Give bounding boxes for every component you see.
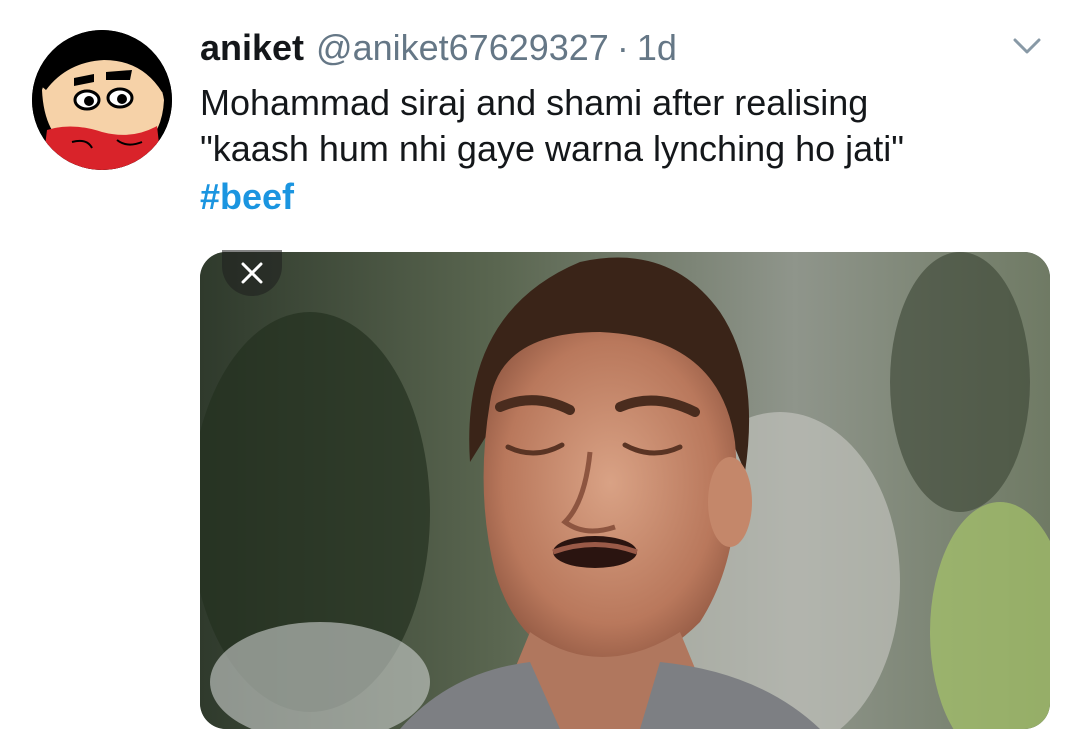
- photo-image: [200, 252, 1050, 729]
- tweet-header: aniket @aniket67629327 · 1d: [200, 22, 1030, 74]
- author-name[interactable]: aniket: [200, 22, 304, 74]
- tweet-text: Mohammad siraj and shami after realising…: [200, 82, 904, 169]
- separator-dot: ·: [616, 27, 629, 68]
- chevron-down-icon[interactable]: [1012, 36, 1042, 56]
- hashtag-link[interactable]: #beef: [200, 174, 294, 220]
- avatar[interactable]: [32, 30, 172, 170]
- cartoon-avatar-image: [32, 30, 172, 170]
- tweet-card: aniket @aniket67629327 · 1d Mohammad sir…: [0, 0, 1080, 738]
- author-handle[interactable]: @aniket67629327: [316, 22, 609, 74]
- timestamp[interactable]: 1d: [637, 22, 677, 74]
- tweet-body: aniket @aniket67629327 · 1d Mohammad sir…: [200, 22, 1030, 220]
- tweet-image[interactable]: [200, 252, 1050, 729]
